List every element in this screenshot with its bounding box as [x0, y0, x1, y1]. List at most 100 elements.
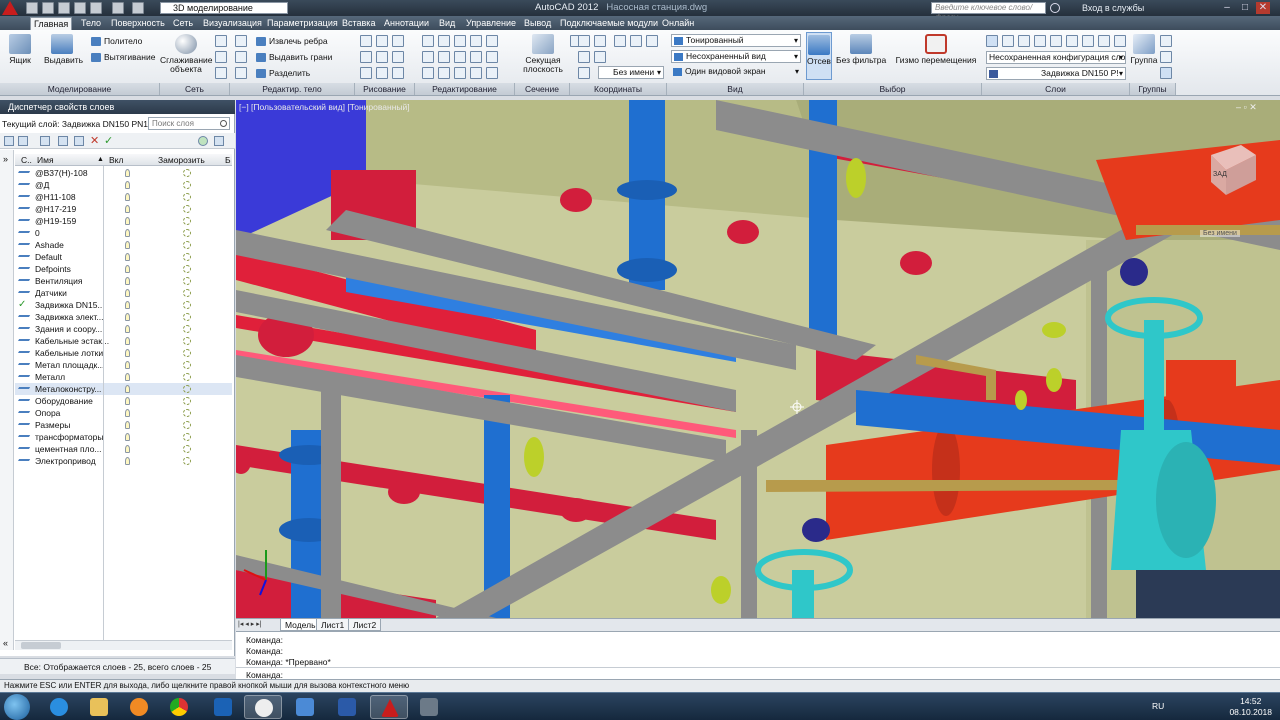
wcs-menu[interactable]: Без имени [1200, 230, 1240, 237]
lightbulb-icon[interactable] [125, 265, 130, 273]
collapse-icon[interactable]: « [3, 638, 8, 648]
maximize-icon[interactable]: □ [1238, 2, 1252, 14]
visual-style-select[interactable]: Тонированный [671, 34, 801, 47]
join-icon[interactable] [470, 67, 482, 79]
freeze-sun-icon[interactable] [183, 241, 191, 249]
layer-row[interactable]: @Д [15, 179, 232, 191]
3d-viewport[interactable] [236, 100, 1280, 618]
taskbar-tool[interactable] [410, 695, 448, 719]
copy-icon[interactable] [422, 51, 434, 63]
freeze-sun-icon[interactable] [183, 361, 191, 369]
tab-plugins[interactable]: Подключаемые модули [557, 17, 661, 30]
layer-row[interactable]: Размеры [15, 419, 232, 431]
layer-row[interactable]: Кабельные лотки [15, 347, 232, 359]
ucs-select[interactable]: Без имени [598, 66, 664, 79]
section-plane-button[interactable]: Секущая плоскость [518, 34, 568, 74]
polygon-icon[interactable] [360, 67, 372, 79]
taskbar-chrome[interactable] [160, 695, 198, 719]
rotate-icon[interactable] [438, 35, 450, 47]
layer-row[interactable]: Оборудование [15, 395, 232, 407]
palette-title[interactable]: Диспетчер свойств слоев [0, 100, 235, 114]
freeze-sun-icon[interactable] [183, 205, 191, 213]
new-group-filter-icon[interactable] [18, 136, 28, 146]
set-current-icon[interactable]: ✓ [104, 134, 113, 147]
freeze-sun-icon[interactable] [183, 277, 191, 285]
expand-filters-icon[interactable]: » [3, 154, 8, 164]
stretch-icon[interactable] [422, 67, 434, 79]
col-status[interactable]: С.. [21, 154, 32, 166]
lightbulb-icon[interactable] [125, 289, 130, 297]
lightbulb-icon[interactable] [125, 193, 130, 201]
panel-modify[interactable]: Редактирование [415, 83, 515, 95]
layer-row[interactable]: Default [15, 251, 232, 263]
ucs-x-icon[interactable] [594, 51, 606, 63]
tab-sheet2[interactable]: Лист2 [348, 619, 382, 631]
ray-icon[interactable] [376, 51, 388, 63]
layer-row[interactable]: трансформаторы [15, 431, 232, 443]
tab-parametric[interactable]: Параметризация [264, 17, 341, 30]
union-icon[interactable] [235, 35, 247, 47]
layer-row[interactable]: @Н19-159 [15, 215, 232, 227]
freeze-sun-icon[interactable] [183, 229, 191, 237]
panel-draw[interactable]: Рисование [355, 83, 415, 95]
layer-tool-icon[interactable] [1002, 35, 1014, 47]
new-property-filter-icon[interactable] [4, 136, 14, 146]
lightbulb-icon[interactable] [125, 169, 130, 177]
search-icon[interactable] [1050, 3, 1060, 13]
fillet-icon[interactable] [454, 51, 466, 63]
layer-row[interactable]: Метал площадк... [15, 359, 232, 371]
rectangle-icon[interactable] [376, 67, 388, 79]
freeze-sun-icon[interactable] [183, 217, 191, 225]
freeze-sun-icon[interactable] [183, 181, 191, 189]
lightbulb-icon[interactable] [125, 181, 130, 189]
lightbulb-icon[interactable] [125, 301, 130, 309]
arc-icon[interactable] [392, 35, 404, 47]
hatch-icon[interactable] [392, 67, 404, 79]
viewport-config-select[interactable]: Один видовой экран [671, 66, 801, 79]
close-icon[interactable]: ✕ [1256, 2, 1270, 14]
viewcube-label[interactable]: ЗАД [1213, 171, 1227, 178]
freeze-sun-icon[interactable] [183, 337, 191, 345]
layer-tool-icon[interactable] [1018, 35, 1030, 47]
tab-view[interactable]: Вид [436, 17, 458, 30]
ucs-icon[interactable] [578, 35, 590, 47]
freeze-sun-icon[interactable] [183, 289, 191, 297]
layer-row[interactable]: Здания и соору... [15, 323, 232, 335]
break-icon[interactable] [486, 67, 498, 79]
panel-layers[interactable]: Слои [982, 83, 1130, 95]
col-freeze[interactable]: Заморозить [158, 154, 205, 166]
freeze-sun-icon[interactable] [183, 445, 191, 453]
col-lock[interactable]: Б [225, 154, 231, 166]
layer-row[interactable]: 0 [15, 227, 232, 239]
tab-sheet1[interactable]: Лист1 [316, 619, 350, 631]
restore-icon[interactable]: ▫ [1244, 102, 1247, 112]
panel-groups[interactable]: Группы [1130, 83, 1176, 95]
close-icon[interactable]: ✕ [1249, 102, 1257, 112]
freeze-sun-icon[interactable] [183, 385, 191, 393]
panel-coordinates[interactable]: Координаты [570, 83, 667, 95]
culling-button[interactable]: Отсев [806, 32, 832, 80]
autocad-logo-icon[interactable] [2, 1, 18, 15]
layer-row[interactable]: @Н17-219 [15, 203, 232, 215]
panel-modeling[interactable]: Моделирование [0, 83, 160, 95]
circle-icon[interactable] [392, 51, 404, 63]
scale-icon[interactable] [454, 35, 466, 47]
lightbulb-icon[interactable] [125, 361, 130, 369]
move-icon[interactable] [422, 35, 434, 47]
freeze-sun-icon[interactable] [183, 193, 191, 201]
layer-row[interactable]: Вентиляция [15, 275, 232, 287]
freeze-sun-icon[interactable] [183, 409, 191, 417]
align-icon[interactable] [454, 67, 466, 79]
tab-surface[interactable]: Поверхность [108, 17, 168, 30]
tab-insert[interactable]: Вставка [339, 17, 378, 30]
layer-tool-icon[interactable] [1050, 35, 1062, 47]
col-on[interactable]: Вкл [109, 154, 123, 166]
tab-home[interactable]: Главная [30, 17, 73, 30]
offset-icon[interactable] [470, 51, 482, 63]
separate-button[interactable]: Разделить [255, 67, 310, 79]
ucs-face-icon[interactable] [630, 35, 642, 47]
taskbar-explorer2[interactable] [286, 695, 324, 719]
tab-solid[interactable]: Тело [78, 17, 104, 30]
taskbar-autocad[interactable] [370, 695, 408, 719]
save-icon[interactable] [58, 2, 70, 14]
